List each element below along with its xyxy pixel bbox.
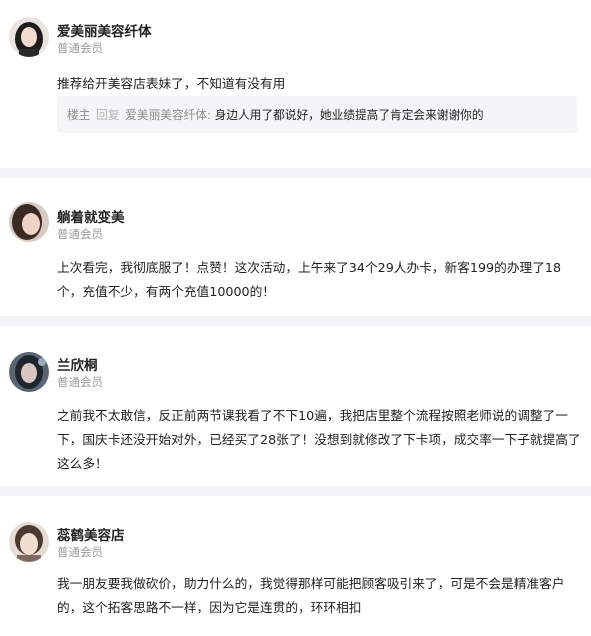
avatar-woman-icon (9, 352, 49, 392)
post-content: 之前我不太敢信，反正前两节课我看了不下10遍，我把店里整个流程按照老师说的调整了… (57, 408, 581, 471)
comment-post: 爱美丽美容纤体 普通会员 推荐给开美容店表妹了，不知道有没有用 楼主 回复 爱美… (0, 0, 591, 168)
post-content: 推荐给开美容店表妹了，不知道有没有用 (57, 76, 286, 91)
reply-target-name[interactable]: 爱美丽美容纤体: (125, 108, 211, 122)
reply-box[interactable]: 楼主 回复 爱美丽美容纤体: 身边人用了都说好，她业绩提高了肯定会来谢谢你的 (57, 96, 577, 133)
avatar-woman-icon (9, 522, 49, 562)
post-content: 我一朋友要我做砍价，助力什么的，我觉得那样可能把顾客吸引来了，可是不会是精准客户… (57, 576, 565, 615)
comment-post: 兰欣桐 普通会员 之前我不太敢信，反正前两节课我看了不下10遍，我把店里整个流程… (0, 326, 591, 486)
comment-post: 躺着就变美 普通会员 上次看完，我彻底服了！点赞！这次活动，上午来了34个29人… (0, 178, 591, 316)
member-level: 普通会员 (57, 375, 103, 389)
comment-post: 蕊鹤美容店 普通会员 我一朋友要我做砍价，助力什么的，我觉得那样可能把顾客吸引来… (0, 496, 591, 636)
reply-owner-tag: 楼主 (67, 108, 91, 122)
avatar-woman-icon (9, 17, 49, 57)
avatar[interactable] (9, 202, 49, 242)
post-separator (0, 316, 591, 326)
member-level: 普通会员 (57, 227, 103, 241)
reply-text: 身边人用了都说好，她业绩提高了肯定会来谢谢你的 (214, 108, 484, 122)
member-level: 普通会员 (57, 545, 103, 559)
reply-action-label: 回复 (96, 108, 120, 122)
post-separator (0, 486, 591, 496)
post-author-name[interactable]: 蕊鹤美容店 (57, 524, 125, 544)
post-author-name[interactable]: 兰欣桐 (57, 354, 98, 374)
post-author-name[interactable]: 爱美丽美容纤体 (57, 20, 152, 40)
post-separator (0, 168, 591, 178)
avatar-woman-icon (9, 202, 49, 242)
avatar[interactable] (9, 522, 49, 562)
avatar[interactable] (9, 352, 49, 392)
post-author-name[interactable]: 躺着就变美 (57, 206, 125, 226)
member-level: 普通会员 (57, 41, 103, 55)
post-content: 上次看完，我彻底服了！点赞！这次活动，上午来了34个29人办卡，新客199的办理… (57, 260, 562, 299)
avatar[interactable] (9, 17, 49, 57)
